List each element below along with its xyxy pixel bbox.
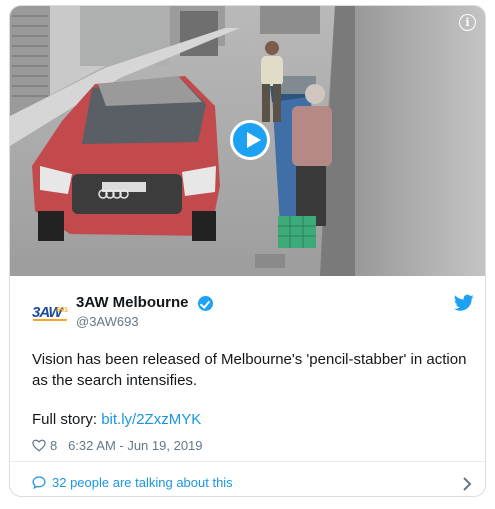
talking-count-text: 32 people are talking about this bbox=[52, 475, 233, 490]
chevron-right-icon bbox=[463, 477, 472, 491]
tweet-card[interactable]: i 3AW 693 3AW Melbourne @3AW693 Vision h… bbox=[9, 5, 486, 497]
account-handle[interactable]: @3AW693 bbox=[76, 314, 139, 329]
video-thumbnail[interactable]: i bbox=[10, 6, 485, 276]
divider bbox=[10, 461, 485, 462]
tweet-text: Vision has been released of Melbourne's … bbox=[32, 351, 467, 389]
full-story-label: Full story: bbox=[32, 411, 98, 428]
avatar[interactable]: 3AW 693 bbox=[32, 296, 68, 332]
heart-icon[interactable] bbox=[32, 439, 46, 452]
full-story-link[interactable]: bit.ly/2ZxzMYK bbox=[101, 411, 201, 428]
avatar-logo-sub: 693 bbox=[56, 307, 68, 314]
timestamp[interactable]: 6:32 AM - Jun 19, 2019 bbox=[68, 438, 202, 453]
tweet-header: 3AW 693 3AW Melbourne @3AW693 bbox=[32, 288, 474, 332]
full-story-line: Full story: bit.ly/2ZxzMYK bbox=[32, 411, 201, 428]
speech-bubble-icon bbox=[32, 476, 46, 489]
tweet-meta: 8 6:32 AM - Jun 19, 2019 bbox=[32, 437, 203, 455]
play-button[interactable] bbox=[230, 120, 270, 160]
like-count[interactable]: 8 bbox=[50, 438, 57, 453]
verified-badge-icon bbox=[198, 296, 213, 311]
twitter-bird-icon[interactable] bbox=[454, 294, 474, 312]
avatar-logo-bar bbox=[32, 319, 68, 321]
conversation-link[interactable]: 32 people are talking about this bbox=[32, 475, 476, 495]
info-icon[interactable]: i bbox=[459, 14, 476, 31]
account-name[interactable]: 3AW Melbourne bbox=[76, 294, 189, 311]
